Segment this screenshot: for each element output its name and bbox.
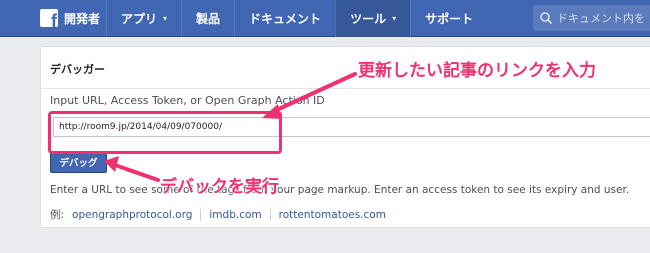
facebook-logo-icon: f — [40, 9, 58, 27]
example-link[interactable]: imdb.com — [209, 209, 261, 221]
nav-products[interactable]: 製品 — [181, 0, 234, 37]
helper-text: Enter a URL to see some of the tags from… — [50, 184, 630, 196]
search-placeholder: ドキュメント内を — [557, 12, 645, 25]
nav-support-label: サポート — [425, 12, 474, 26]
divider — [269, 208, 271, 221]
nav-apps-label: アプリ — [121, 12, 158, 26]
brand-label: 開発者 — [64, 11, 101, 26]
main-nav: アプリ ▾ 製品 ドキュメント ツール ▾ サポート — [106, 0, 487, 37]
annotation-label-top: 更新したい記事のリンクを入力 — [358, 61, 596, 81]
top-navbar: f 開発者 アプリ ▾ 製品 ドキュメント ツール ▾ サポート ドキュメント内… — [0, 0, 650, 37]
nav-apps[interactable]: アプリ ▾ — [106, 0, 181, 37]
examples-prefix: 例: — [50, 209, 65, 221]
panel-title: デバッガー — [50, 63, 105, 76]
nav-docs-label: ドキュメント — [249, 12, 322, 26]
divider — [200, 208, 202, 221]
input-instruction: Input URL, Access Token, or Open Graph A… — [50, 94, 325, 107]
example-link[interactable]: rottentomatoes.com — [279, 209, 386, 221]
brand[interactable]: f 開発者 — [40, 9, 100, 27]
example-link[interactable]: opengraphprotocol.org — [72, 209, 192, 221]
search-input[interactable]: ドキュメント内を — [533, 5, 650, 31]
divider — [41, 88, 650, 89]
nav-support[interactable]: サポート — [410, 0, 487, 37]
nav-tools-label: ツール — [350, 12, 387, 26]
chevron-down-icon: ▾ — [163, 14, 168, 23]
search-icon — [540, 12, 553, 25]
debug-button[interactable]: デバッグ — [50, 151, 107, 173]
examples-row: 例: opengraphprotocol.org imdb.com rotten… — [50, 207, 386, 222]
nav-tools[interactable]: ツール ▾ — [335, 0, 411, 37]
nav-docs[interactable]: ドキュメント — [234, 0, 335, 37]
annotation-label-bottom: デバックを実行 — [160, 177, 279, 197]
annotation-highlight-box — [48, 111, 282, 154]
chevron-down-icon: ▾ — [392, 14, 397, 23]
nav-products-label: 製品 — [196, 12, 221, 26]
